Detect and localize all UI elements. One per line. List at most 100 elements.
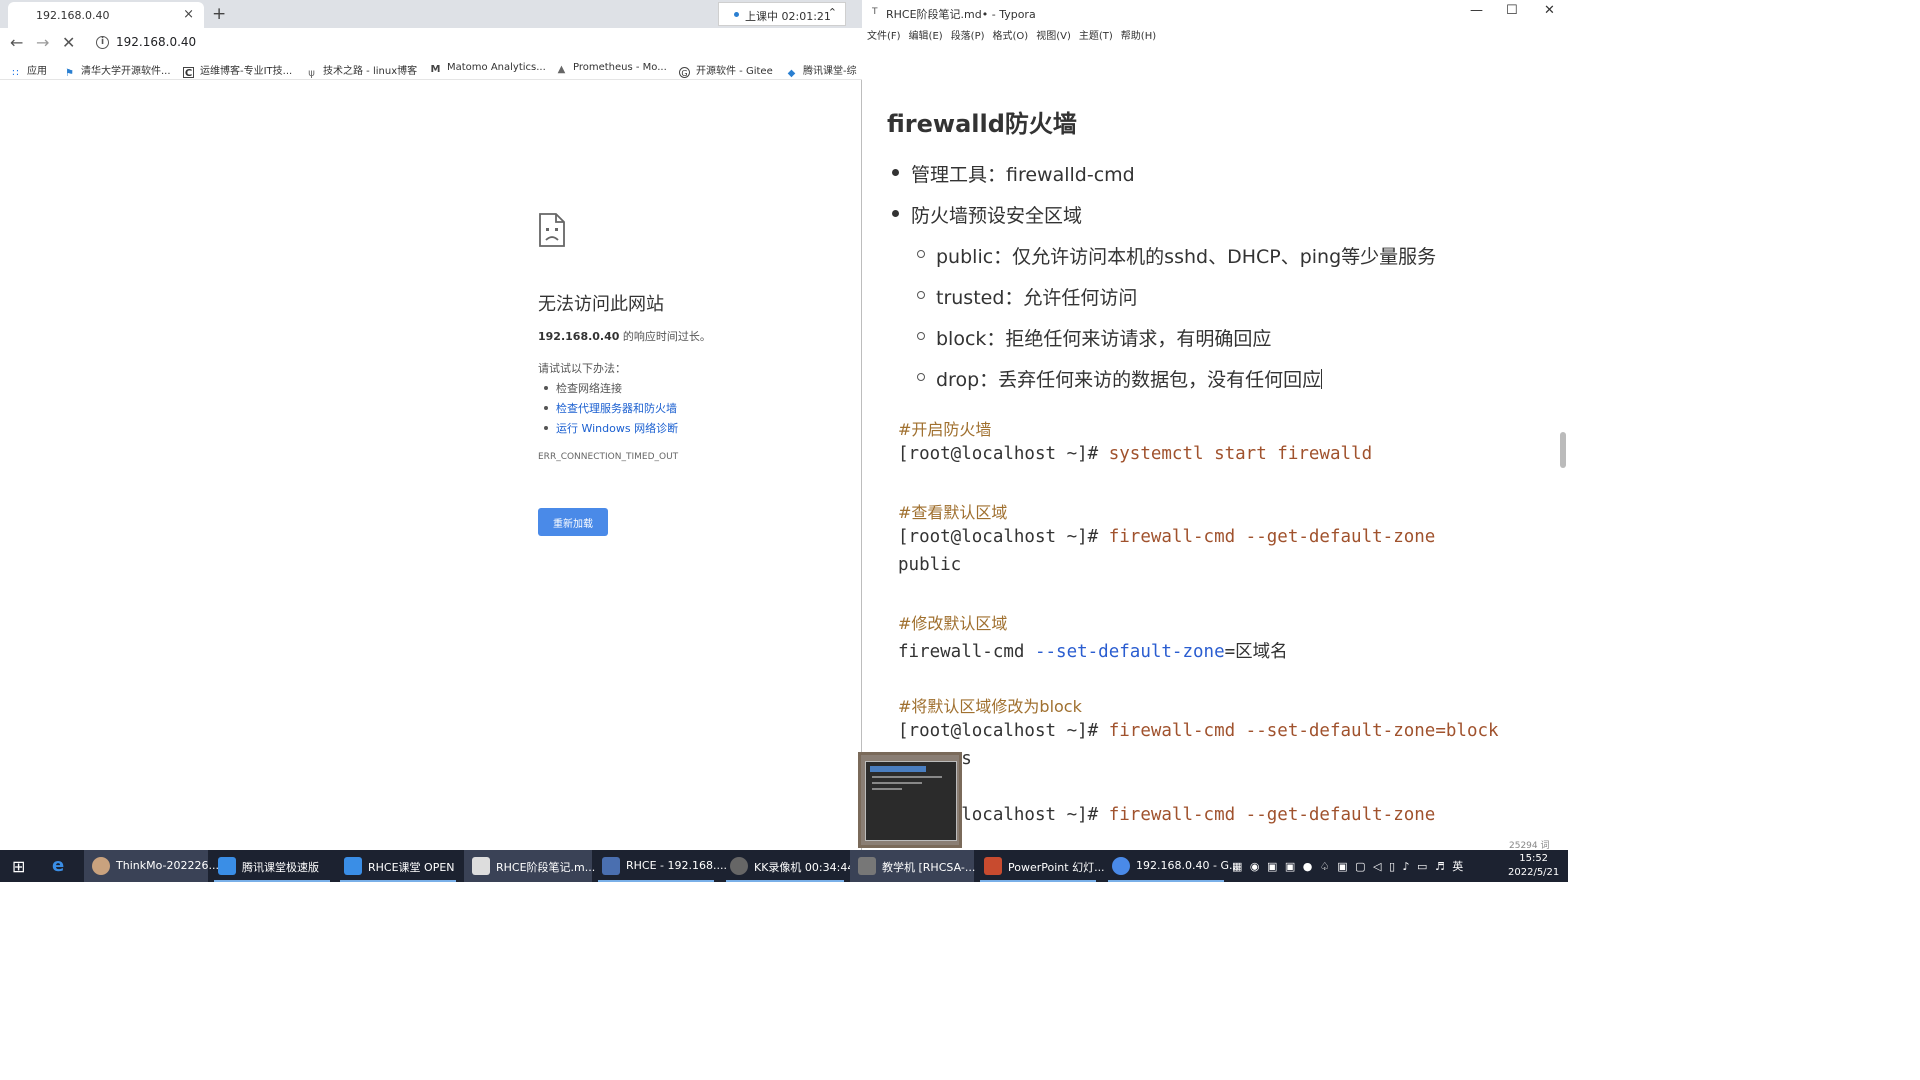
tab-bar: 192.168.0.40 × + 上课中 02:01:21 ⌃	[0, 0, 862, 28]
app-icon	[858, 857, 876, 875]
app-icon	[218, 857, 236, 875]
stop-loading-icon[interactable]: ✕	[62, 33, 75, 52]
error-title: 无法访问此网站	[538, 294, 664, 315]
suggestion-check-network: 检查网络连接	[544, 382, 622, 395]
bookmark-item[interactable]: C 运维博客-专业IT技...	[183, 62, 292, 79]
taskbar-item[interactable]: ThinkMo-202226...	[84, 850, 219, 882]
new-tab-button[interactable]: +	[212, 4, 226, 24]
bookmark-icon: ψ	[308, 68, 315, 79]
text-cursor	[1321, 369, 1323, 389]
menu-format[interactable]: 格式(O)	[993, 31, 1029, 42]
ie-browser-icon[interactable]: e	[52, 855, 64, 876]
bullet-preset-zones: 防火墙预设安全区域	[891, 201, 1082, 228]
menu-file[interactable]: 文件(F)	[867, 31, 901, 42]
gitee-icon: G	[679, 67, 690, 78]
class-timer-widget[interactable]: 上课中 02:01:21 ⌃	[718, 2, 846, 26]
bookmark-item[interactable]: M Matomo Analytics...	[430, 62, 546, 75]
sad-page-icon	[539, 213, 565, 247]
zone-trusted: trusted：允许任何访问	[916, 283, 1137, 310]
menu-help[interactable]: 帮助(H)	[1121, 31, 1156, 42]
code-line: [root@localhost ~]# firewall-cmd --get-d…	[898, 805, 1436, 825]
taskbar-item[interactable]: PowerPoint 幻灯...	[976, 850, 1105, 882]
tab-title: 192.168.0.40	[36, 9, 110, 22]
bookmark-item[interactable]: ▲ Prometheus - Mo...	[556, 62, 667, 75]
taskbar-item[interactable]: RHCE - 192.168....	[594, 850, 727, 882]
windows-start-icon[interactable]: ⊞	[12, 857, 25, 876]
app-icon	[1112, 857, 1130, 875]
tsinghua-icon: ⚑	[65, 68, 74, 79]
video-thumbnail-preview[interactable]	[858, 752, 962, 848]
scrollbar-thumb[interactable]	[1560, 432, 1566, 468]
close-tab-icon[interactable]: ×	[183, 7, 194, 22]
clock-date: 2022/5/21	[1508, 867, 1560, 878]
taskbar-item[interactable]: 192.168.0.40 - G...	[1104, 850, 1239, 882]
zone-drop: drop：丢弃任何来访的数据包，没有任何回应	[916, 365, 1323, 392]
bookmark-item[interactable]: ⚑ 清华大学开源软件...	[64, 62, 171, 79]
typora-window: T RHCE阶段笔记.md• - Typora — ☐ ✕ 文件(F) 编辑(E)…	[862, 0, 1568, 850]
live-dot-icon	[734, 12, 739, 17]
code-comment: #查看默认区域	[898, 503, 1008, 522]
app-icon	[472, 857, 490, 875]
address-bar[interactable]: 192.168.0.40	[116, 35, 196, 49]
system-tray[interactable]: ▦ ◉ ▣ ▣ ● ♤ ▣ ▢ ◁ ▯ ♪ ▭ ♬ 英	[1232, 858, 1465, 874]
forward-arrow-icon[interactable]: →	[36, 33, 49, 52]
error-code: ERR_CONNECTION_TIMED_OUT	[538, 452, 679, 462]
code-line: [root@localhost ~]# firewall-cmd --get-d…	[898, 527, 1436, 547]
code-line: [root@localhost ~]# firewall-cmd --set-d…	[898, 721, 1499, 741]
prometheus-icon: ▲	[557, 64, 566, 75]
taskbar-item[interactable]: 教学机 [RHCSA-...	[850, 850, 975, 882]
error-description: 192.168.0.40 的响应时间过长。	[538, 330, 711, 343]
matomo-icon: M	[430, 64, 441, 75]
code-comment: #开启防火墙	[898, 420, 992, 439]
suggestion-check-proxy-link[interactable]: 检查代理服务器和防火墙	[544, 400, 677, 416]
back-arrow-icon[interactable]: ←	[10, 33, 23, 52]
tencent-class-icon: ◆	[787, 68, 796, 79]
doc-heading: firewalld防火墙	[887, 110, 1077, 138]
reload-button[interactable]: 重新加载	[538, 508, 608, 536]
clock-time: 15:52	[1519, 853, 1549, 864]
menu-paragraph[interactable]: 段落(P)	[951, 31, 985, 42]
code-comment: #将默认区域修改为block	[898, 697, 1082, 716]
code-line: [root@localhost ~]# systemctl start fire…	[898, 444, 1373, 464]
taskbar: ⊞ e ThinkMo-202226... 腾讯课堂极速版 RHCE课堂 OPE…	[0, 850, 1568, 882]
app-icon	[984, 857, 1002, 875]
suggestion-network-diagnostics-link[interactable]: 运行 Windows 网络诊断	[543, 420, 678, 436]
bookmark-item[interactable]: ψ 技术之路 - linux博客	[306, 62, 417, 79]
app-icon	[602, 857, 620, 875]
bullet-mgmt-tool: 管理工具：firewalld-cmd	[892, 160, 1135, 187]
taskbar-item[interactable]: RHCE阶段笔记.m...	[464, 850, 595, 882]
apps-grid-icon: ∷	[12, 68, 19, 79]
maximize-icon[interactable]: ☐	[1506, 3, 1518, 18]
menu-bar: 文件(F) 编辑(E) 段落(P) 格式(O) 视图(V) 主题(T) 帮助(H)	[867, 27, 1164, 42]
taskbar-item[interactable]: KK录像机 00:34:44	[722, 850, 854, 882]
blog-c-icon: C	[183, 67, 194, 79]
ime-indicator[interactable]: 英	[1452, 860, 1465, 873]
menu-view[interactable]: 视图(V)	[1036, 31, 1071, 42]
bookmark-item[interactable]: ∷ 应用	[10, 62, 47, 79]
bookmark-item[interactable]: ◆ 腾讯课堂-综	[786, 62, 857, 79]
bookmarks-bar: ∷ 应用 ⚑ 清华大学开源软件... C 运维博客-专业IT技... ψ 技术之路 - …	[0, 58, 862, 80]
app-icon	[344, 857, 362, 875]
taskbar-item[interactable]: 腾讯课堂极速版	[210, 850, 334, 882]
close-window-icon[interactable]: ✕	[1544, 3, 1555, 18]
menu-edit[interactable]: 编辑(E)	[909, 31, 943, 42]
zone-block: block：拒绝任何来访请求，有明确回应	[916, 324, 1271, 351]
code-output: public	[898, 555, 962, 575]
system-clock[interactable]: 15:52 2022/5/21	[1508, 852, 1559, 880]
window-title: RHCE阶段笔记.md• - Typora	[886, 8, 1036, 21]
taskbar-item[interactable]: RHCE课堂 OPEN	[336, 850, 460, 882]
browser-tab[interactable]: 192.168.0.40 ×	[8, 2, 204, 28]
browser-toolbar: ← → ✕ i 192.168.0.40	[0, 28, 862, 58]
class-timer-label: 上课中 02:01:21	[745, 10, 831, 23]
code-comment: #修改默认区域	[898, 614, 1008, 633]
chevron-up-icon[interactable]: ⌃	[828, 6, 837, 19]
browser-window: 192.168.0.40 × + 上课中 02:01:21 ⌃ ← → ✕ i …	[0, 0, 862, 850]
try-label: 请试试以下办法：	[538, 362, 626, 375]
menu-theme[interactable]: 主题(T)	[1079, 31, 1113, 42]
minimize-icon[interactable]: —	[1470, 3, 1483, 18]
site-info-icon[interactable]: i	[96, 36, 109, 49]
bookmark-item[interactable]: G 开源软件 - Gitee	[679, 62, 773, 78]
typora-logo-icon: T	[872, 7, 878, 17]
app-icon	[730, 857, 748, 875]
code-line: firewall-cmd --set-default-zone=区域名	[898, 642, 1288, 662]
